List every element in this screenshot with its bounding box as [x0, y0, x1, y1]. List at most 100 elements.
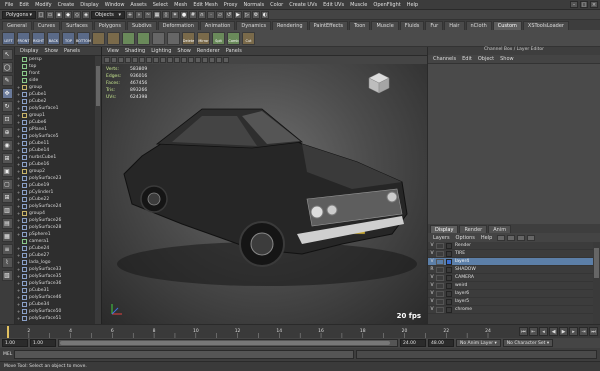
outliner-item[interactable]: + polySurface1 — [15, 105, 95, 112]
resolution-gate-icon[interactable] — [146, 57, 152, 63]
shelf-tab-muscle[interactable]: Muscle — [371, 21, 399, 30]
uv-layout-icon[interactable]: ▧ — [1, 270, 13, 281]
expand-icon[interactable]: + — [15, 295, 22, 301]
layer-color-swatch[interactable] — [446, 250, 452, 257]
outliner-item[interactable]: + polySurface23 — [15, 175, 95, 182]
outliner-item[interactable]: + polySurface33 — [15, 266, 95, 273]
menu-display[interactable]: Display — [77, 2, 101, 8]
minimize-icon[interactable]: – — [570, 1, 578, 8]
scrollbar-thumb[interactable] — [594, 248, 599, 278]
expand-icon[interactable]: + — [15, 106, 22, 112]
rotate-tool-icon[interactable]: ↻ — [1, 101, 13, 112]
shelf-button-comb[interactable]: Comb — [227, 31, 240, 45]
layer-row[interactable]: Vlayer5 — [428, 298, 594, 306]
wireframe-icon[interactable] — [174, 57, 180, 63]
shelf-button-spit[interactable]: Spit — [212, 31, 225, 45]
shelf-tab-animation[interactable]: Animation — [199, 21, 236, 30]
paint-select-icon[interactable]: ✎ — [1, 75, 13, 86]
outliner-menu-display[interactable]: Display — [17, 48, 41, 54]
expand-icon[interactable]: + — [15, 127, 22, 133]
layer-row[interactable]: V Render — [428, 242, 594, 250]
2d-pan-icon[interactable] — [125, 57, 131, 63]
menu-edit-uvs[interactable]: Edit UVs — [320, 2, 347, 8]
time-slider[interactable]: 124681012141618202224 ⏮ ⇤ ◂ ◀ ▶ ▸ ⇥ ⏭ — [0, 324, 600, 338]
menu-window[interactable]: Window — [102, 2, 128, 8]
select-by-deform-icon[interactable]: ◊ — [162, 10, 170, 19]
shelf-button[interactable] — [137, 31, 150, 45]
expand-icon[interactable]: + — [15, 204, 22, 210]
outliner-menu-panels[interactable]: Panels — [61, 48, 83, 54]
soft-mod-icon[interactable]: ◉ — [1, 140, 13, 151]
menu-file[interactable]: File — [2, 2, 16, 8]
layer-color-swatch[interactable] — [446, 274, 452, 281]
shelf-button-bottom[interactable]: BOTTOM — [76, 31, 91, 45]
menu-color[interactable]: Color — [267, 2, 286, 8]
shelf-button[interactable] — [122, 31, 135, 45]
lasso-tool-icon[interactable]: ◯ — [1, 62, 13, 73]
layer-scrollbar[interactable] — [593, 242, 600, 324]
shelf-tab-fluids[interactable]: Fluids — [399, 21, 425, 30]
menu-help[interactable]: Help — [404, 2, 421, 8]
layer-menu-layers[interactable]: Layers — [430, 235, 453, 241]
layer-row[interactable]: Vweird — [428, 282, 594, 290]
shelf-button-delete[interactable]: Delete — [182, 31, 195, 45]
ipr-render-icon[interactable]: ▷ — [243, 10, 251, 19]
outliner-item[interactable]: + polySurface26 — [15, 217, 95, 224]
layer-color-swatch[interactable] — [446, 306, 452, 313]
scale-tool-icon[interactable]: ⊡ — [1, 114, 13, 125]
layer-playback-toggle[interactable] — [436, 250, 444, 257]
safe-action-icon[interactable] — [167, 57, 173, 63]
expand-icon[interactable]: + — [15, 309, 22, 315]
history-icon[interactable]: ↺ — [225, 10, 233, 19]
new-layer-selected-icon[interactable] — [507, 234, 516, 241]
select-by-render-icon[interactable]: ● — [180, 10, 188, 19]
shelf-tab-general[interactable]: General — [2, 21, 32, 30]
layer-visibility-toggle[interactable]: R — [428, 267, 436, 272]
outliner-item[interactable]: + pCube27 — [15, 252, 95, 259]
expand-icon[interactable]: + — [15, 246, 22, 252]
smooth-shade-icon[interactable] — [181, 57, 187, 63]
universal-manip-icon[interactable]: ⊕ — [1, 127, 13, 138]
select-hierarchy-icon[interactable]: ◆ — [64, 10, 72, 19]
render-icon[interactable]: ▶ — [234, 10, 242, 19]
viewport-menu-shading[interactable]: Shading — [122, 48, 148, 54]
snap-point-icon[interactable]: · — [207, 10, 215, 19]
layer-visibility-toggle[interactable]: V — [428, 307, 436, 312]
scrollbar-thumb[interactable] — [96, 66, 100, 106]
menu-edit-mesh[interactable]: Edit Mesh — [190, 2, 220, 8]
layer-playback-toggle[interactable] — [436, 290, 444, 297]
menu-select[interactable]: Select — [150, 2, 171, 8]
expand-icon[interactable]: + — [15, 274, 22, 280]
play-backwards-icon[interactable]: ◀ — [549, 327, 558, 336]
shelf-button-left[interactable]: LEFT — [2, 31, 15, 45]
layer-color-swatch[interactable] — [446, 298, 452, 305]
viewcube-icon[interactable] — [366, 70, 392, 96]
menu-openflight[interactable]: OpenFlight — [370, 2, 403, 8]
new-layer-icon[interactable] — [497, 234, 506, 241]
menu-muscle[interactable]: Muscle — [347, 2, 370, 8]
end-time-field[interactable]: 48.00 — [428, 339, 454, 347]
layer-playback-toggle[interactable] — [436, 306, 444, 313]
channel-box-body[interactable] — [428, 64, 600, 224]
outliner-item[interactable]: + pCube31 — [15, 287, 95, 294]
layer-down-icon[interactable] — [527, 234, 536, 241]
layer-playback-toggle[interactable] — [436, 298, 444, 305]
expand-icon[interactable]: + — [15, 218, 22, 224]
layer-visibility-toggle[interactable]: V — [428, 243, 436, 248]
layer-color-swatch[interactable] — [446, 258, 452, 265]
outliner-item[interactable]: top — [15, 63, 95, 70]
outliner-item[interactable]: + polySurface28 — [15, 224, 95, 231]
shelf-tab-polygons[interactable]: Polygons — [93, 21, 126, 30]
layer-visibility-toggle[interactable]: V — [428, 275, 436, 280]
3d-viewport[interactable]: Verts: 583809 Edges: 936016 Faces: 467456 Tris… — [102, 64, 427, 324]
shelf-button-mirror[interactable]: Mirror — [197, 31, 210, 45]
outliner-item[interactable]: + pCube2 — [15, 98, 95, 105]
layer-visibility-toggle[interactable]: V — [428, 299, 436, 304]
select-by-joint-icon[interactable]: ∘ — [135, 10, 143, 19]
channel-menu-show[interactable]: Show — [497, 56, 517, 62]
layer-visibility-toggle[interactable]: V — [428, 259, 436, 264]
car-model[interactable] — [102, 64, 427, 324]
go-to-start-icon[interactable]: ⏮ — [519, 327, 528, 336]
step-forward-key-icon[interactable]: ⇥ — [579, 327, 588, 336]
shelf-tab-xstoolsloader[interactable]: XSToolsLoader — [522, 21, 569, 30]
